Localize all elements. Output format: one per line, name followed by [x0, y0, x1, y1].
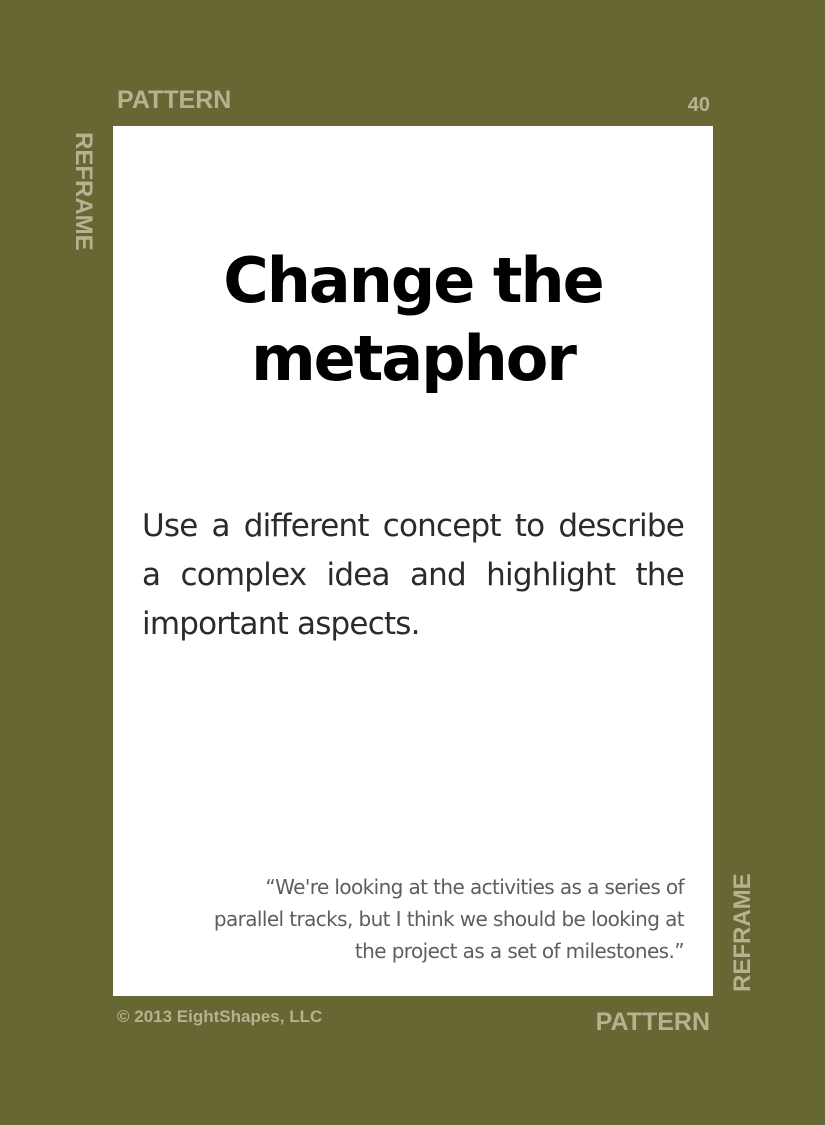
card-title-line-2: metaphor	[251, 322, 577, 395]
card-content-panel: Change the metaphor Use a different conc…	[113, 126, 713, 996]
card-description: Use a different concept to describe a co…	[142, 508, 685, 642]
card-quote-line-1: “We're looking at the activities as a se…	[265, 875, 684, 899]
side-label-right: REFRAME	[729, 873, 756, 992]
card-title-line-1: Change the	[223, 244, 604, 317]
side-label-left: REFRAME	[70, 132, 97, 251]
pattern-card: PATTERN 40 REFRAME REFRAME Change the me…	[0, 0, 825, 1125]
card-quote-line-2: parallel tracks, but I think we should b…	[213, 907, 685, 931]
card-title: Change the metaphor	[113, 242, 713, 398]
copyright-notice: © 2013 EightShapes, LLC	[117, 1007, 323, 1026]
card-number: 40	[687, 94, 710, 116]
card-quote-line-3: the project as a set of milestones.”	[354, 939, 685, 963]
category-label-bottom: PATTERN	[595, 1008, 710, 1036]
card-quote: “We're looking at the activities as a se…	[124, 871, 685, 967]
category-label-top: PATTERN	[117, 86, 232, 114]
